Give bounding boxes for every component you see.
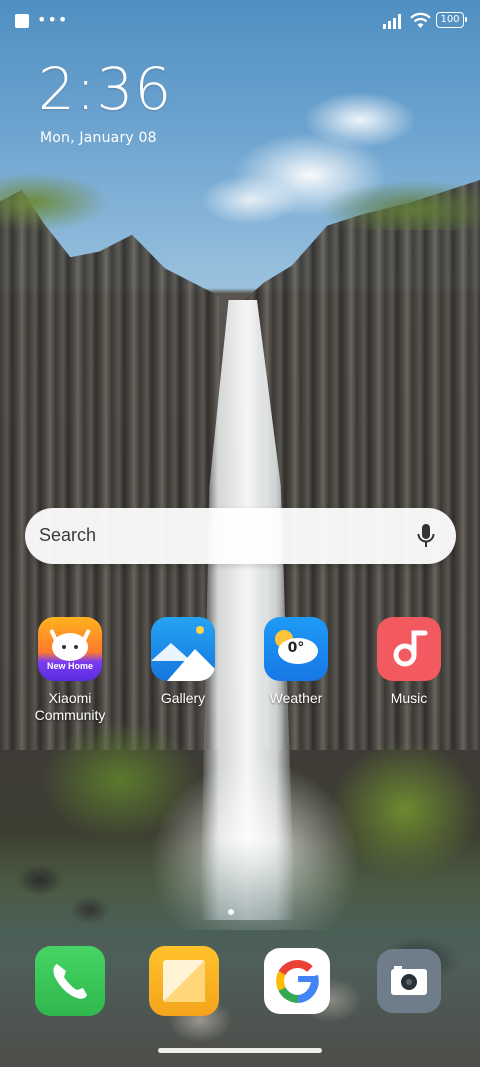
search-placeholder: Search <box>39 525 97 545</box>
page-indicator <box>228 909 234 915</box>
clock-date[interactable]: Mon, January 08 <box>40 130 157 146</box>
app-weather[interactable]: 0° Weather <box>246 617 346 707</box>
app-music[interactable]: Music <box>359 617 459 707</box>
wallpaper-grass-right <box>320 180 480 230</box>
notes-icon <box>163 960 205 1002</box>
battery-level: 100 <box>440 14 460 25</box>
dock-notes[interactable] <box>149 946 219 1016</box>
notification-icon <box>15 14 29 28</box>
app-label: Weather <box>269 690 323 706</box>
app-label: Music <box>390 690 428 706</box>
dock-camera[interactable] <box>377 949 441 1013</box>
battery-icon: 100 <box>436 12 467 28</box>
wallpaper-grass-left <box>0 172 110 232</box>
dock-phone[interactable] <box>35 946 105 1016</box>
signal-icon <box>383 14 401 29</box>
more-notifications-icon: ••• <box>37 10 69 29</box>
google-icon <box>276 960 319 1003</box>
camera-icon <box>391 966 427 995</box>
microphone-icon[interactable] <box>416 523 436 549</box>
app-label: Xiaomi Community <box>34 690 106 723</box>
app-label: Gallery <box>160 690 206 706</box>
wifi-icon <box>410 12 431 28</box>
app-xiaomi-community[interactable]: New Home Xiaomi Community <box>20 617 120 724</box>
music-icon <box>377 617 441 681</box>
status-bar: ••• 100 <box>0 0 480 42</box>
xiaomi-community-icon: New Home <box>38 617 102 681</box>
weather-temp: 0° <box>287 640 305 656</box>
dock-google[interactable] <box>264 948 330 1014</box>
new-home-badge: New Home <box>46 661 93 671</box>
weather-icon: 0° <box>264 617 328 681</box>
phone-icon <box>53 964 87 999</box>
music-note-icon <box>393 630 428 667</box>
gallery-icon <box>151 617 215 681</box>
mascot-icon <box>49 629 91 661</box>
gallery-mountain-icon <box>151 626 215 681</box>
clock-time[interactable]: 2:36 <box>38 56 172 122</box>
app-gallery[interactable]: Gallery <box>133 617 233 707</box>
home-indicator[interactable] <box>158 1048 322 1053</box>
search-bar[interactable]: Search <box>25 508 456 564</box>
